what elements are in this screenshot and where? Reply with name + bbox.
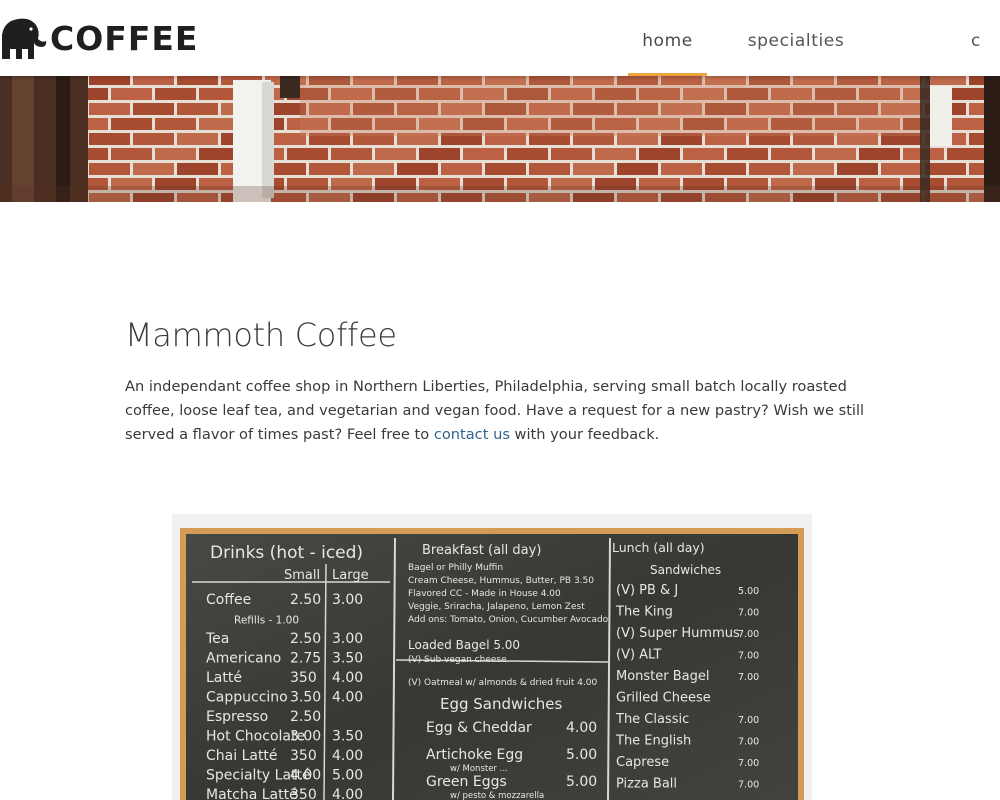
egg-item-name: Egg & Cheddar [426,720,532,736]
drinks-item-name: Chai Latté [206,748,278,764]
mammoth-icon [2,18,47,60]
lunch-item-price: 7.00 [738,608,759,619]
drinks-item-large-price: 3.00 [332,631,363,647]
drinks-item-small-price: 3.50 [290,690,321,706]
drinks-item-name: Cappuccino [206,690,288,706]
drinks-item-small-price: 350 [290,748,317,764]
egg-item-note: w/ Monster ... [450,764,508,774]
nav-item-partial[interactable]: c [971,0,1000,76]
lunch-item-name: (V) ALT [616,648,662,663]
breakfast-line: Veggie, Sriracha, Jalapeno, Lemon Zest [408,602,585,612]
egg-sandwiches-heading: Egg Sandwiches [440,695,562,713]
page-title: Mammoth Coffee [125,316,397,354]
drinks-item-large-price: 4.00 [332,787,363,800]
intro-paragraph: An independant coffee shop in Northern L… [125,375,895,447]
drinks-item-large-price: 5.00 [332,768,363,784]
menu-board-svg: Drinks (hot - iced) Small Large Coffee 2.… [150,500,850,800]
egg-item-note: w/ pesto & mozzarella [450,791,544,800]
drinks-item-name: Americano [206,651,281,667]
lunch-item-name: The King [615,605,673,620]
nav-specialties[interactable]: specialties [721,0,871,76]
contact-us-link[interactable]: contact us [434,426,510,443]
drinks-item-large-price: 4.00 [332,670,363,686]
drinks-item-small-price: 350 [290,787,317,800]
lunch-item-name: The English [615,734,691,749]
drinks-item-small-price: 2.50 [290,631,321,647]
hero-image [0,76,1000,202]
drinks-item-large-price: 3.50 [332,729,363,745]
lunch-item-name: (V) Super Hummus [616,626,740,641]
drinks-heading: Drinks (hot - iced) [210,543,363,563]
breakfast-line: (V) Sub vegan cheese [408,655,507,665]
breakfast-line: Loaded Bagel 5.00 [408,638,520,652]
lunch-item-price: 7.00 [738,758,759,769]
drinks-item-small-price: 350 [290,670,317,686]
lunch-item-name: Monster Bagel [616,669,710,684]
drinks-item-name: Latté [206,670,242,686]
drinks-item-small-price: 2.75 [290,651,321,667]
site-header: COFFEE home specialties c [0,0,1000,76]
lunch-item-name: The Classic [615,712,689,727]
egg-item-name: Artichoke Egg [426,747,523,763]
breakfast-line: Flavored CC - Made in House 4.00 [408,589,561,599]
drinks-col-large: Large [332,568,369,583]
lunch-item-price: 7.00 [738,780,759,791]
drinks-col-small: Small [284,568,320,583]
lunch-item-name: Grilled Cheese [616,691,711,706]
lunch-item-price: 7.00 [738,737,759,748]
lunch-item-price: 7.00 [738,672,759,683]
breakfast-line: (V) Oatmeal w/ almonds & dried fruit 4.0… [408,678,598,688]
drinks-item-small-price: 4.00 [290,768,321,784]
egg-item-price: 5.00 [566,747,597,763]
drinks-item-name: Matcha Latté [206,787,298,800]
drinks-item-name: Coffee [206,592,251,608]
drinks-item-small-price: 2.50 [290,592,321,608]
egg-item-price: 5.00 [566,774,597,790]
logo-text: COFFEE [50,18,199,58]
lunch-item-price: 7.00 [738,629,759,640]
lunch-item-price: 7.00 [738,715,759,726]
breakfast-line: Bagel or Philly Muffin [408,563,503,573]
egg-item-name: Green Eggs [426,774,507,790]
drinks-item-small-price: 3.00 [290,729,321,745]
drinks-item-name: Refills - 1.00 [234,615,299,627]
lunch-item-price: 5.00 [738,586,759,597]
intro-text-2: with your feedback. [509,426,660,443]
lunch-subheading: Sandwiches [650,563,721,577]
breakfast-line: Add ons: Tomato, Onion, Cucumber Avocado [408,615,609,625]
drinks-item-name: Tea [205,631,229,647]
drinks-item-large-price: 4.00 [332,690,363,706]
drinks-item-small-price: 2.50 [290,709,321,725]
breakfast-heading: Breakfast (all day) [422,543,541,558]
egg-item-price: 4.00 [566,720,597,736]
menu-board-image: Drinks (hot - iced) Small Large Coffee 2.… [150,500,850,800]
drinks-item-name: Espresso [206,709,268,725]
lunch-item-name: Pizza Ball [616,777,677,792]
breakfast-line: Cream Cheese, Hummus, Butter, PB 3.50 [408,576,594,586]
lunch-item-name: (V) PB & J [616,583,678,598]
lunch-heading: Lunch (all day) [612,540,705,555]
lunch-item-price: 7.00 [738,651,759,662]
drinks-item-large-price: 3.00 [332,592,363,608]
nav-home[interactable]: home [628,0,707,76]
drinks-item-large-price: 4.00 [332,748,363,764]
site-logo[interactable]: COFFEE [0,13,198,63]
lunch-item-name: Caprese [616,755,669,770]
drinks-item-large-price: 3.50 [332,651,363,667]
main-nav: home specialties c [628,0,1000,76]
